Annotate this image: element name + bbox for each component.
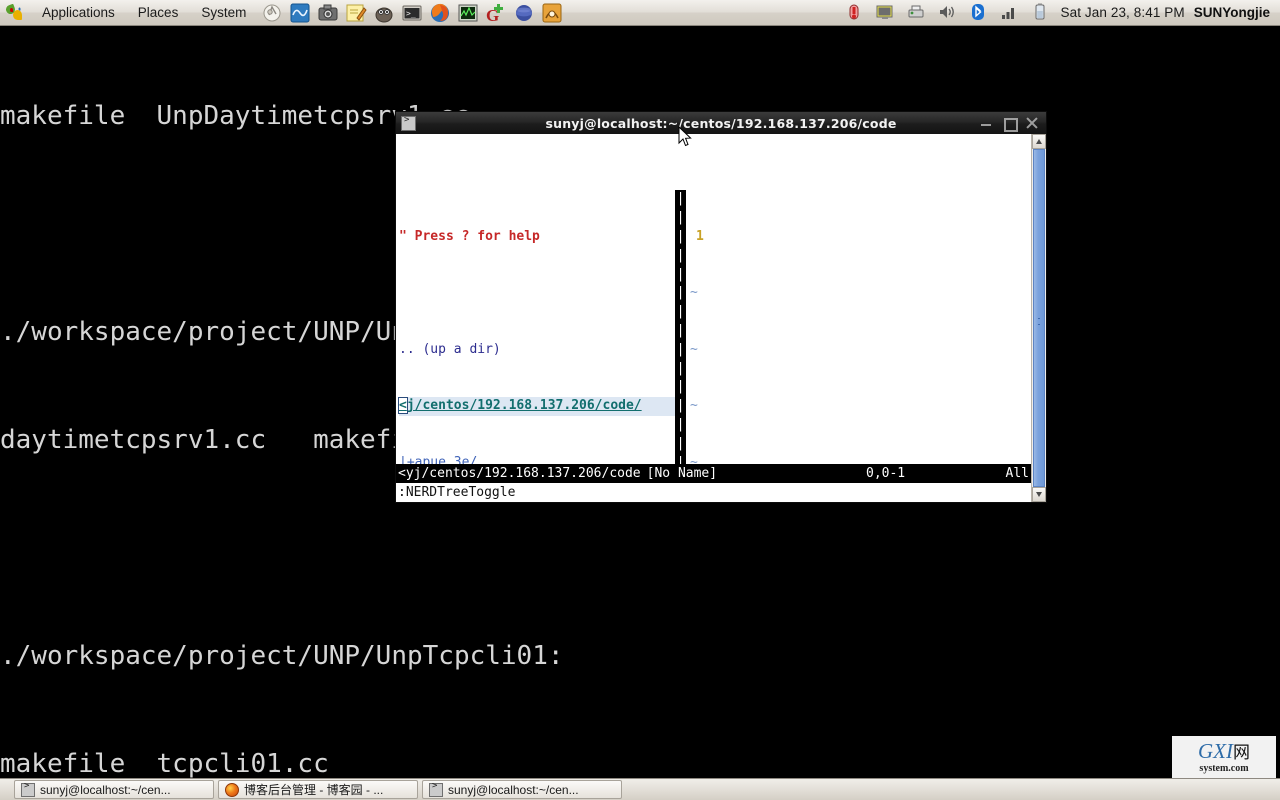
window-controls <box>980 117 1046 132</box>
window-title-bar[interactable]: sunyj@localhost:~/centos/192.168.137.206… <box>395 111 1047 134</box>
display-settings-icon[interactable] <box>875 2 897 24</box>
terminal-line: ./workspace/project/UNP/UnpTcpcli01: <box>0 641 564 671</box>
gimp-icon[interactable] <box>373 2 395 24</box>
watermark-domain: system.com <box>1199 762 1249 774</box>
nerdtree-up-dir[interactable]: .. (up a dir) <box>399 341 675 360</box>
taskbar-item-terminal-1[interactable]: sunyj@localhost:~/cen... <box>14 780 214 799</box>
line-number: 1 <box>696 228 704 244</box>
panel-menu-group: Applications Places System <box>0 0 251 25</box>
warning-alert-icon[interactable] <box>844 2 866 24</box>
nerdtree-cursor: < <box>398 397 408 415</box>
maximize-button[interactable] <box>1003 117 1018 132</box>
firefox-icon[interactable] <box>429 2 451 24</box>
volume-icon[interactable] <box>937 2 959 24</box>
panel-launchers: >_ G <box>261 2 563 25</box>
gnome-help-icon[interactable] <box>261 2 283 24</box>
status-file-name: [No Name] <box>646 466 718 481</box>
scrollbar-thumb[interactable] <box>1033 149 1045 487</box>
taskbar-item-label: 博客后台管理 - 博客园 - ... <box>244 783 384 797</box>
terminal-window[interactable]: sunyj@localhost:~/centos/192.168.137.206… <box>395 111 1047 503</box>
battery-icon[interactable] <box>1030 2 1052 24</box>
status-buffer-path: <yj/centos/192.168.137.206/code <box>398 466 641 481</box>
nerdtree-root-label: j/centos/192.168.137.206/code/ <box>406 398 642 414</box>
vim-empty-line-marker: ~ <box>690 398 698 414</box>
vim-command-line[interactable]: :NERDTreeToggle <box>396 483 1031 502</box>
bluetooth-icon[interactable] <box>968 2 990 24</box>
vim-empty-line-marker: ~ <box>690 285 698 301</box>
wireshark-icon[interactable] <box>457 2 479 24</box>
close-button[interactable] <box>1026 117 1038 129</box>
panel-clock[interactable]: Sat Jan 23, 8:41 PM <box>1061 5 1185 20</box>
scroll-down-arrow-icon[interactable] <box>1032 487 1046 502</box>
git-icon[interactable]: G <box>485 2 507 25</box>
panel-status-area: Sat Jan 23, 8:41 PM SUNYongjie <box>844 0 1280 25</box>
printer-icon[interactable] <box>906 2 928 24</box>
image-viewer-icon[interactable] <box>541 2 563 24</box>
vim-split-container: " Press ? for help .. (up a dir) <j/cent… <box>396 190 1031 502</box>
taskbar-item-label: sunyj@localhost:~/cen... <box>40 782 171 797</box>
watermark-brand-text: GXI <box>1198 738 1233 763</box>
minimize-button[interactable] <box>980 117 992 129</box>
text-editor-icon[interactable] <box>345 2 367 24</box>
terminal-line: makefile tcpcli01.cc <box>0 749 329 778</box>
top-panel: Applications Places System >_ G Sat Jan … <box>0 0 1280 26</box>
blender-icon[interactable] <box>513 2 535 24</box>
svg-text:>_: >_ <box>406 9 416 18</box>
network-signal-icon[interactable] <box>999 2 1021 24</box>
menu-places[interactable]: Places <box>133 2 184 24</box>
scrollbar-track[interactable] <box>1032 149 1046 487</box>
terminal-icon[interactable]: >_ <box>401 2 423 24</box>
taskbar-item-terminal-2[interactable]: sunyj@localhost:~/cen... <box>422 780 622 799</box>
vim-vertical-separator: | | | | | | | | | | | | | | | | | | <box>675 190 686 502</box>
nerdtree-blank <box>399 284 675 303</box>
scroll-up-arrow-icon[interactable] <box>1032 134 1046 149</box>
vim-editor[interactable]: " Press ? for help .. (up a dir) <j/cent… <box>396 134 1031 502</box>
terminal-window-body: " Press ? for help .. (up a dir) <j/cent… <box>395 134 1047 503</box>
status-scroll-indicator: All <box>1005 466 1029 481</box>
screenshot-camera-icon[interactable] <box>317 2 339 24</box>
vim-status-line: <yj/centos/192.168.137.206/code [No Name… <box>396 464 1031 483</box>
firefox-icon <box>225 782 239 797</box>
menu-system[interactable]: System <box>196 2 251 24</box>
terminal-icon <box>401 115 416 131</box>
window-title: sunyj@localhost:~/centos/192.168.137.206… <box>545 115 897 131</box>
nerdtree-root-path[interactable]: <j/centos/192.168.137.206/code/ <box>398 397 675 416</box>
status-cursor-position: 0,0-1 <box>866 466 906 481</box>
watermark-logo: GXI网 system.com <box>1172 736 1276 778</box>
nerdtree-help-hint: " Press ? for help <box>399 228 540 244</box>
menu-applications[interactable]: Applications <box>37 2 120 24</box>
vim-edit-pane[interactable]: 1 ~ ~ ~ ~ ~ ~ ~ ~ ~ ~ ~ ~ ~ ~ <box>686 190 1031 502</box>
terminal-scrollbar[interactable] <box>1031 134 1046 502</box>
desktop-screen: Applications Places System >_ G Sat Jan … <box>0 0 1280 800</box>
terminal-icon <box>21 781 35 797</box>
gnome-foot-icon <box>4 3 24 23</box>
terminal-icon <box>429 781 443 797</box>
panel-username[interactable]: SUNYongjie <box>1194 5 1270 20</box>
vim-empty-line-marker: ~ <box>690 341 698 357</box>
taskbar-item-firefox[interactable]: 博客后台管理 - 博客园 - ... <box>218 780 418 799</box>
nerdtree-panel[interactable]: " Press ? for help .. (up a dir) <j/cent… <box>396 190 675 502</box>
watermark-brand: GXI网 <box>1198 738 1250 764</box>
taskbar-item-label: sunyj@localhost:~/cen... <box>448 782 579 797</box>
system-monitor-icon[interactable] <box>289 2 311 24</box>
watermark-brand-cjk: 网 <box>1233 742 1250 763</box>
bottom-taskbar: sunyj@localhost:~/cen... 博客后台管理 - 博客园 - … <box>0 778 1280 800</box>
